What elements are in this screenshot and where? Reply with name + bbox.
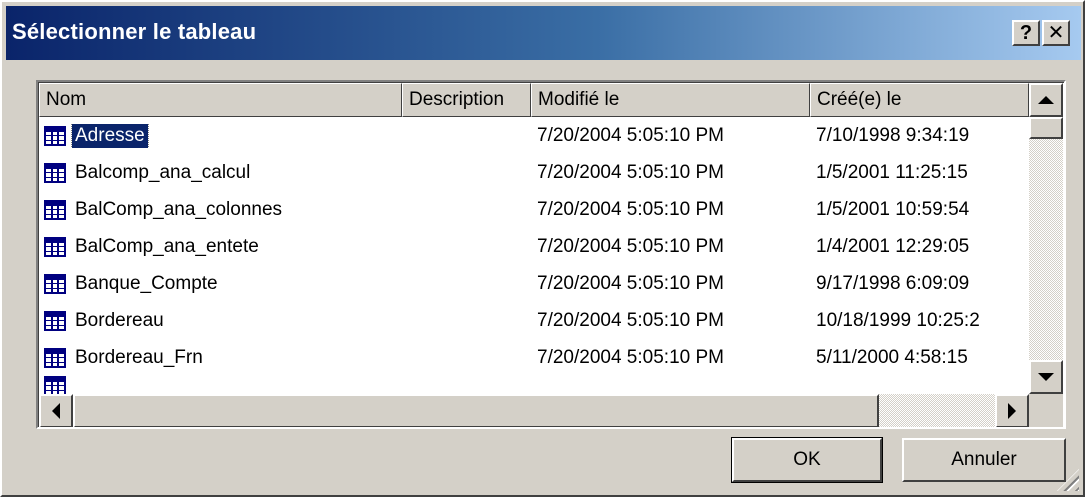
column-header-modifie[interactable]: Modifié le <box>531 83 810 117</box>
table-list-inner: Nom Description Modifié le Créé(e) le Ad… <box>38 82 1064 427</box>
row-created: 9/17/1998 6:09:09 <box>816 272 970 294</box>
row-modified: 7/20/2004 5:05:10 PM <box>537 346 724 368</box>
column-header-cree[interactable]: Créé(e) le <box>810 83 1029 117</box>
row-name: BalComp_ana_entete <box>75 235 259 257</box>
scroll-down-button[interactable] <box>1029 360 1063 394</box>
help-icon: ? <box>1019 22 1033 44</box>
row-modified: 7/20/2004 5:05:10 PM <box>537 124 724 146</box>
row-created: 10/18/1999 10:25:2 <box>816 309 980 331</box>
row-created: 1/5/2001 10:59:54 <box>816 198 970 220</box>
ok-button[interactable]: OK <box>732 438 882 482</box>
row-created: 1/4/2001 12:29:05 <box>816 235 970 257</box>
table-row-partial[interactable] <box>39 376 1029 394</box>
row-name-cell: Balcomp_ana_calcul <box>39 161 402 185</box>
table-row[interactable]: Balcomp_ana_calcul 7/20/2004 5:05:10 PM 1/… <box>39 154 1029 191</box>
table-row[interactable]: Bordereau_Frn 7/20/2004 5:05:10 PM 5/11/20… <box>39 339 1029 376</box>
dialog-title: Sélectionner le tableau <box>12 19 257 44</box>
list-rows: Adresse 7/20/2004 5:05:10 PM 7/10/1998 9:3… <box>39 117 1029 394</box>
row-modified: 7/20/2004 5:05:10 PM <box>537 235 724 257</box>
row-name-cell: Bordereau <box>39 309 402 333</box>
table-icon <box>44 199 66 220</box>
arrow-up-icon <box>1038 96 1054 104</box>
arrow-left-icon <box>52 403 60 419</box>
row-created: 7/10/1998 9:34:19 <box>816 124 970 146</box>
help-button[interactable]: ? <box>1012 20 1040 46</box>
row-modified: 7/20/2004 5:05:10 PM <box>537 272 724 294</box>
close-icon: ✕ <box>1047 22 1065 44</box>
vertical-scrollbar[interactable] <box>1029 83 1063 394</box>
table-icon <box>44 273 66 294</box>
row-created: 5/11/2000 4:58:15 <box>816 346 968 368</box>
arrow-down-icon <box>1038 373 1054 381</box>
table-row[interactable]: Adresse 7/20/2004 5:05:10 PM 7/10/1998 9:3… <box>39 117 1029 154</box>
row-name: Bordereau <box>75 309 164 331</box>
scroll-up-button[interactable] <box>1029 83 1063 117</box>
cancel-button[interactable]: Annuler <box>902 438 1066 482</box>
row-name: Banque_Compte <box>75 272 218 294</box>
title-bar[interactable]: Sélectionner le tableau ? ✕ <box>6 6 1081 60</box>
row-modified: 7/20/2004 5:05:10 PM <box>537 198 724 220</box>
table-list[interactable]: Nom Description Modifié le Créé(e) le Ad… <box>36 80 1066 429</box>
row-name-cell: Bordereau_Frn <box>39 346 402 370</box>
row-name-cell: Adresse <box>39 123 402 148</box>
scroll-left-button[interactable] <box>39 394 73 427</box>
table-icon <box>44 125 66 146</box>
row-name-cell: Banque_Compte <box>39 272 402 296</box>
table-icon <box>44 347 66 368</box>
close-button[interactable]: ✕ <box>1042 20 1070 46</box>
table-row[interactable]: Banque_Compte 7/20/2004 5:05:10 PM 9/17/19… <box>39 265 1029 302</box>
list-header: Nom Description Modifié le Créé(e) le <box>39 83 1029 117</box>
table-icon <box>44 236 66 257</box>
table-icon <box>44 162 66 183</box>
row-modified: 7/20/2004 5:05:10 PM <box>537 161 724 183</box>
column-header-description[interactable]: Description <box>402 83 531 117</box>
table-icon <box>44 376 66 394</box>
row-created: 1/5/2001 11:25:15 <box>816 161 968 183</box>
row-name: Balcomp_ana_calcul <box>75 161 251 183</box>
column-header-nom[interactable]: Nom <box>39 83 402 117</box>
row-name-cell: BalComp_ana_entete <box>39 235 402 259</box>
select-table-dialog: Sélectionner le tableau ? ✕ Nom Descript… <box>0 0 1085 497</box>
arrow-right-icon <box>1008 403 1016 419</box>
horizontal-scrollbar[interactable] <box>39 394 1029 427</box>
row-name-cell <box>39 376 402 394</box>
table-row[interactable]: BalComp_ana_entete 7/20/2004 5:05:10 PM 1/… <box>39 228 1029 265</box>
horizontal-scroll-thumb[interactable] <box>73 394 879 427</box>
scroll-right-button[interactable] <box>995 394 1029 427</box>
table-row[interactable]: Bordereau 7/20/2004 5:05:10 PM 10/18/1999 … <box>39 302 1029 339</box>
row-name: Adresse <box>71 123 149 148</box>
row-name: Bordereau_Frn <box>75 346 203 368</box>
row-name: BalComp_ana_colonnes <box>75 198 283 220</box>
table-icon <box>44 310 66 331</box>
row-modified: 7/20/2004 5:05:10 PM <box>537 309 724 331</box>
scrollbar-corner <box>1029 394 1063 427</box>
table-row[interactable]: BalComp_ana_colonnes 7/20/2004 5:05:10 PM… <box>39 191 1029 228</box>
vertical-scroll-thumb[interactable] <box>1029 117 1063 139</box>
row-name-cell: BalComp_ana_colonnes <box>39 198 402 222</box>
